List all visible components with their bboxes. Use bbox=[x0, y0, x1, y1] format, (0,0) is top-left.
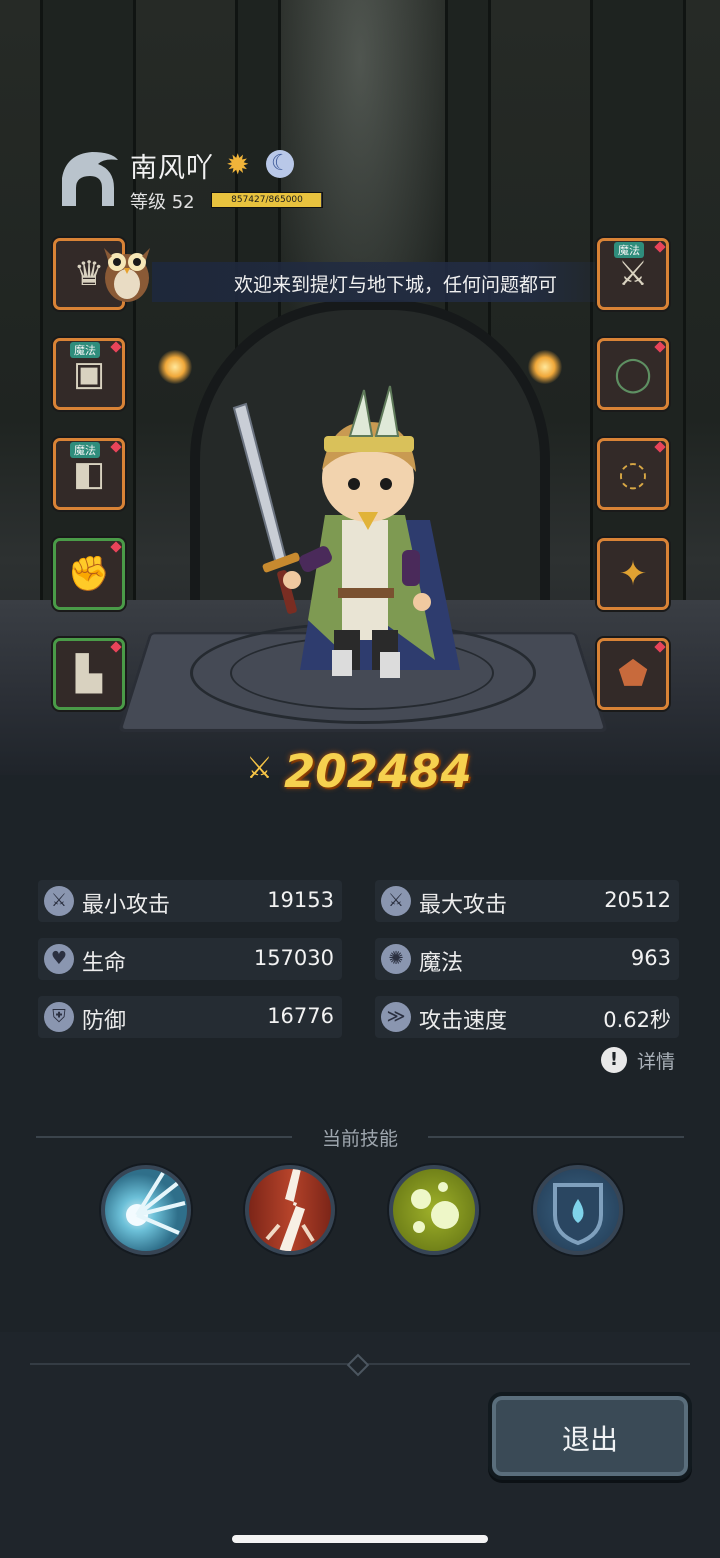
equip-slot-ring[interactable]: ◯ bbox=[597, 338, 669, 410]
magic-badge: 魔法 bbox=[614, 242, 644, 258]
stat-label: 攻击速度 bbox=[419, 1009, 508, 1034]
sun-badge-icon: ✹ bbox=[226, 148, 250, 181]
wall-lamp-icon bbox=[158, 350, 192, 384]
stat-label: 生命 bbox=[82, 951, 127, 976]
wall-lamp-icon bbox=[528, 350, 562, 384]
necklace-icon: ◌ bbox=[618, 454, 648, 494]
player-level: 等级 52 bbox=[130, 192, 195, 213]
details-label: 详情 bbox=[637, 1051, 676, 1073]
magic-badge: 魔法 bbox=[70, 342, 100, 358]
equip-slot-cloak[interactable]: ▙ bbox=[53, 638, 125, 710]
welcome-banner: 欢迎来到提灯与地下城，任何问题都可 bbox=[152, 262, 622, 302]
stat-label: 魔法 bbox=[419, 951, 464, 976]
skill-bubbles-icon[interactable] bbox=[389, 1165, 479, 1255]
ring-icon: ◯ bbox=[613, 354, 653, 394]
stat-min-attack: ⚔ 最小攻击 19153 bbox=[38, 880, 342, 922]
exp-text: 857427/865000 bbox=[231, 195, 303, 205]
bracer-icon: ✦ bbox=[618, 554, 648, 594]
equip-slot-bracer[interactable]: ✦ bbox=[597, 538, 669, 610]
equip-slot-gloves[interactable]: ✊ bbox=[53, 538, 125, 610]
gloves-icon: ✊ bbox=[67, 554, 111, 594]
equip-slot-boots[interactable]: ◧ 魔法 bbox=[53, 438, 125, 510]
equip-slot-armor[interactable]: ▣ 魔法 bbox=[53, 338, 125, 410]
power-value: 202484 bbox=[284, 745, 472, 798]
stat-value: 157030 bbox=[253, 946, 334, 970]
exit-button[interactable]: 退出 bbox=[488, 1392, 692, 1480]
stat-defense: ⛨ 防御 16776 bbox=[38, 996, 342, 1038]
equip-slot-weapon[interactable]: ⚔ 魔法 bbox=[597, 238, 669, 310]
skills-title: 当前技能 bbox=[321, 1128, 398, 1150]
cloak-icon: ▙ bbox=[75, 654, 103, 694]
divider bbox=[36, 1136, 292, 1138]
exit-label: 退出 bbox=[561, 1423, 618, 1456]
stat-label: 最大攻击 bbox=[419, 893, 508, 918]
shield-icon: ⬟ bbox=[618, 654, 648, 694]
combat-power: ⚔ 202484 bbox=[240, 745, 480, 801]
welcome-message: 欢迎来到提灯与地下城，任何问题都可 bbox=[234, 274, 558, 296]
skill-water-shield-icon[interactable] bbox=[533, 1165, 623, 1255]
stat-value: 19153 bbox=[267, 888, 334, 912]
stat-attack-speed: ≫ 攻击速度 0.62秒 bbox=[375, 996, 679, 1038]
equip-slot-necklace[interactable]: ◌ bbox=[597, 438, 669, 510]
mana-swirl-icon: ✺ bbox=[381, 944, 411, 974]
stat-mana: ✺ 魔法 963 bbox=[375, 938, 679, 980]
exp-bar: 857427/865000 bbox=[211, 192, 323, 208]
heart-icon: ♥ bbox=[44, 944, 74, 974]
stat-value: 0.62秒 bbox=[603, 1008, 671, 1032]
stat-label: 最小攻击 bbox=[82, 893, 171, 918]
stat-value: 16776 bbox=[267, 1004, 334, 1028]
hero-character bbox=[232, 385, 460, 678]
stat-label: 防御 bbox=[82, 1009, 127, 1034]
equip-slot-shield[interactable]: ⬟ bbox=[597, 638, 669, 710]
stat-max-attack: ⚔ 最大攻击 20512 bbox=[375, 880, 679, 922]
player-name: 南风吖 bbox=[130, 153, 214, 184]
sword-icon: ⚔ bbox=[381, 886, 411, 916]
divider bbox=[428, 1136, 684, 1138]
speed-icon: ≫ bbox=[381, 1002, 411, 1032]
moon-badge-icon: ☾ bbox=[266, 150, 294, 178]
owl-pet-icon[interactable] bbox=[98, 238, 156, 304]
home-indicator[interactable] bbox=[232, 1535, 488, 1543]
sword-icon: ⚔ bbox=[44, 886, 74, 916]
exclamation-icon: ! bbox=[601, 1047, 627, 1073]
skill-lightning-strike-icon[interactable] bbox=[245, 1165, 335, 1255]
armor-defense-icon: ⛨ bbox=[44, 1002, 74, 1032]
stat-value: 963 bbox=[630, 946, 671, 970]
player-avatar-icon[interactable] bbox=[58, 148, 120, 210]
stat-value: 20512 bbox=[604, 888, 671, 912]
power-sword-icon: ⚔ bbox=[246, 751, 273, 786]
skill-light-burst-icon[interactable] bbox=[101, 1165, 191, 1255]
stat-hp: ♥ 生命 157030 bbox=[38, 938, 342, 980]
magic-badge: 魔法 bbox=[70, 442, 100, 458]
